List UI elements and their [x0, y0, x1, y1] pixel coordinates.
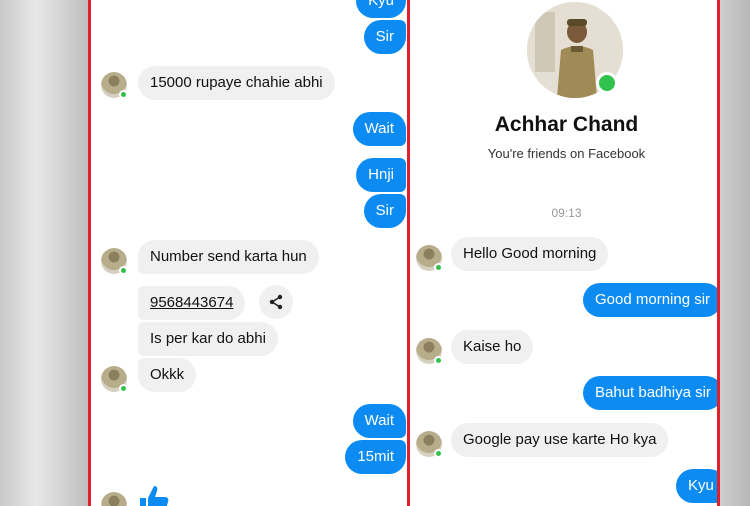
avatar[interactable]	[101, 492, 127, 506]
avatar[interactable]	[416, 338, 443, 365]
message-outgoing[interactable]: Hnji	[356, 158, 406, 192]
avatar[interactable]	[101, 72, 128, 99]
chat-panel-left: Kyu Sir 15000 rupaye chahie abhi Wait Hn…	[88, 0, 411, 506]
online-dot	[434, 449, 443, 458]
thumbs-up-icon[interactable]	[136, 484, 170, 506]
message-outgoing[interactable]: Kyu	[356, 0, 406, 18]
phone-number-link[interactable]: 9568443674	[150, 294, 233, 311]
share-icon	[269, 294, 283, 310]
timestamp: 09:13	[551, 206, 582, 220]
avatar[interactable]	[416, 431, 443, 458]
online-dot	[434, 263, 443, 272]
avatar[interactable]	[416, 245, 443, 272]
friends-status: You're friends on Facebook	[487, 146, 646, 161]
background-left	[0, 0, 90, 506]
message-incoming[interactable]: Okkk	[138, 358, 197, 392]
avatar[interactable]	[101, 366, 128, 393]
online-dot	[119, 90, 128, 99]
message-outgoing[interactable]: Sir	[363, 20, 406, 54]
online-dot	[119, 266, 128, 275]
message-outgoing[interactable]: Kyu	[676, 469, 717, 503]
online-status-dot	[596, 72, 618, 94]
online-dot	[119, 384, 128, 393]
message-incoming[interactable]: Is per kar do abhi	[138, 322, 278, 356]
message-incoming[interactable]: 9568443674	[138, 286, 246, 320]
avatar[interactable]	[101, 248, 128, 275]
message-outgoing[interactable]: 15mit	[345, 440, 406, 474]
message-incoming[interactable]: Google pay use karte Ho kya	[451, 423, 669, 457]
message-outgoing[interactable]: Good morning sir	[583, 283, 717, 317]
profile-name[interactable]: Achhar Chand	[410, 113, 717, 137]
chat-panel-right: Achhar Chand You're friends on Facebook …	[407, 0, 720, 506]
share-button[interactable]	[259, 285, 293, 319]
message-outgoing[interactable]: Sir	[363, 194, 406, 228]
message-outgoing[interactable]: Wait	[352, 112, 406, 146]
message-incoming[interactable]: Hello Good morning	[451, 237, 609, 271]
online-dot	[434, 356, 443, 365]
message-incoming[interactable]: 15000 rupaye chahie abhi	[138, 66, 335, 100]
message-incoming[interactable]: Kaise ho	[451, 330, 534, 364]
message-outgoing[interactable]: Wait	[352, 404, 406, 438]
message-incoming[interactable]: Number send karta hun	[138, 240, 319, 274]
message-outgoing[interactable]: Bahut badhiya sir	[583, 376, 717, 410]
background-right	[720, 0, 750, 506]
